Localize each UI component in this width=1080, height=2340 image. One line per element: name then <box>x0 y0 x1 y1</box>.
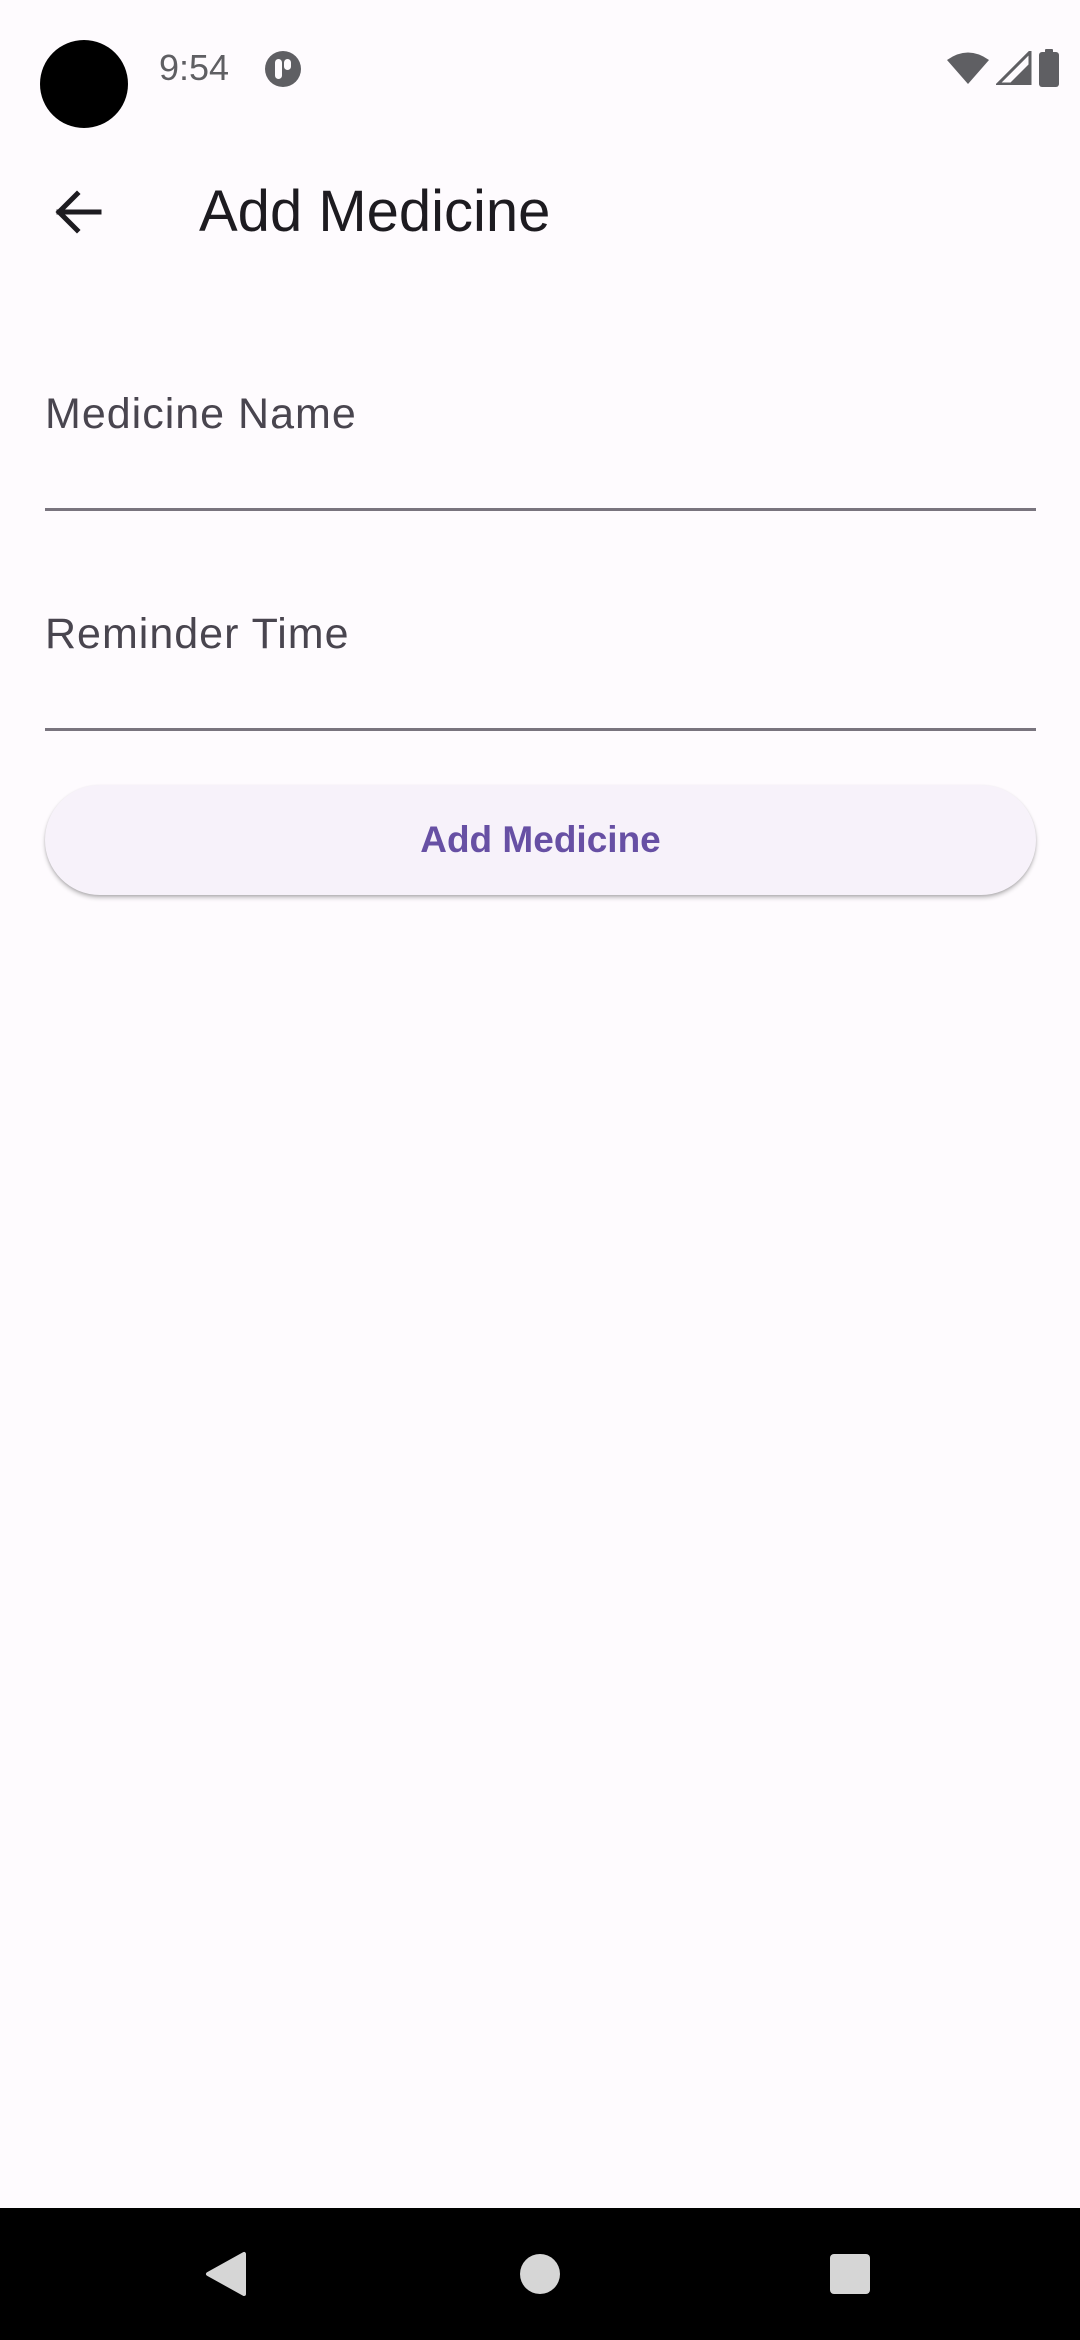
medicine-name-input[interactable] <box>45 410 1040 502</box>
app-bar: Add Medicine <box>0 150 1080 274</box>
reminder-time-underline <box>45 728 1036 731</box>
nav-back-button[interactable] <box>186 2238 266 2310</box>
wifi-icon <box>947 52 989 84</box>
back-button[interactable] <box>36 176 120 248</box>
nav-home-icon <box>520 2254 560 2294</box>
status-icons <box>946 48 1060 88</box>
navigation-bar <box>0 2208 1080 2340</box>
nav-home-button[interactable] <box>500 2238 580 2310</box>
reminder-time-input[interactable] <box>45 630 1040 722</box>
reminder-time-field[interactable]: Reminder Time <box>45 610 1040 732</box>
page-title: Add Medicine <box>199 179 551 244</box>
camera-cutout <box>40 40 128 128</box>
nav-recents-button[interactable] <box>810 2238 890 2310</box>
medicine-name-field[interactable]: Medicine Name <box>45 390 1040 512</box>
nav-recents-icon <box>830 2254 870 2294</box>
arrow-back-icon <box>55 190 102 234</box>
medicine-name-underline <box>45 508 1036 511</box>
cell-signal-icon <box>996 51 1032 85</box>
app-notification-icon <box>265 51 301 87</box>
add-medicine-button[interactable]: Add Medicine <box>45 785 1036 895</box>
status-time: 9:54 <box>159 47 230 88</box>
add-medicine-button-label: Add Medicine <box>420 819 661 860</box>
nav-back-icon <box>206 2252 246 2296</box>
battery-icon <box>1039 49 1059 87</box>
status-bar: 9:54 <box>0 0 1080 136</box>
